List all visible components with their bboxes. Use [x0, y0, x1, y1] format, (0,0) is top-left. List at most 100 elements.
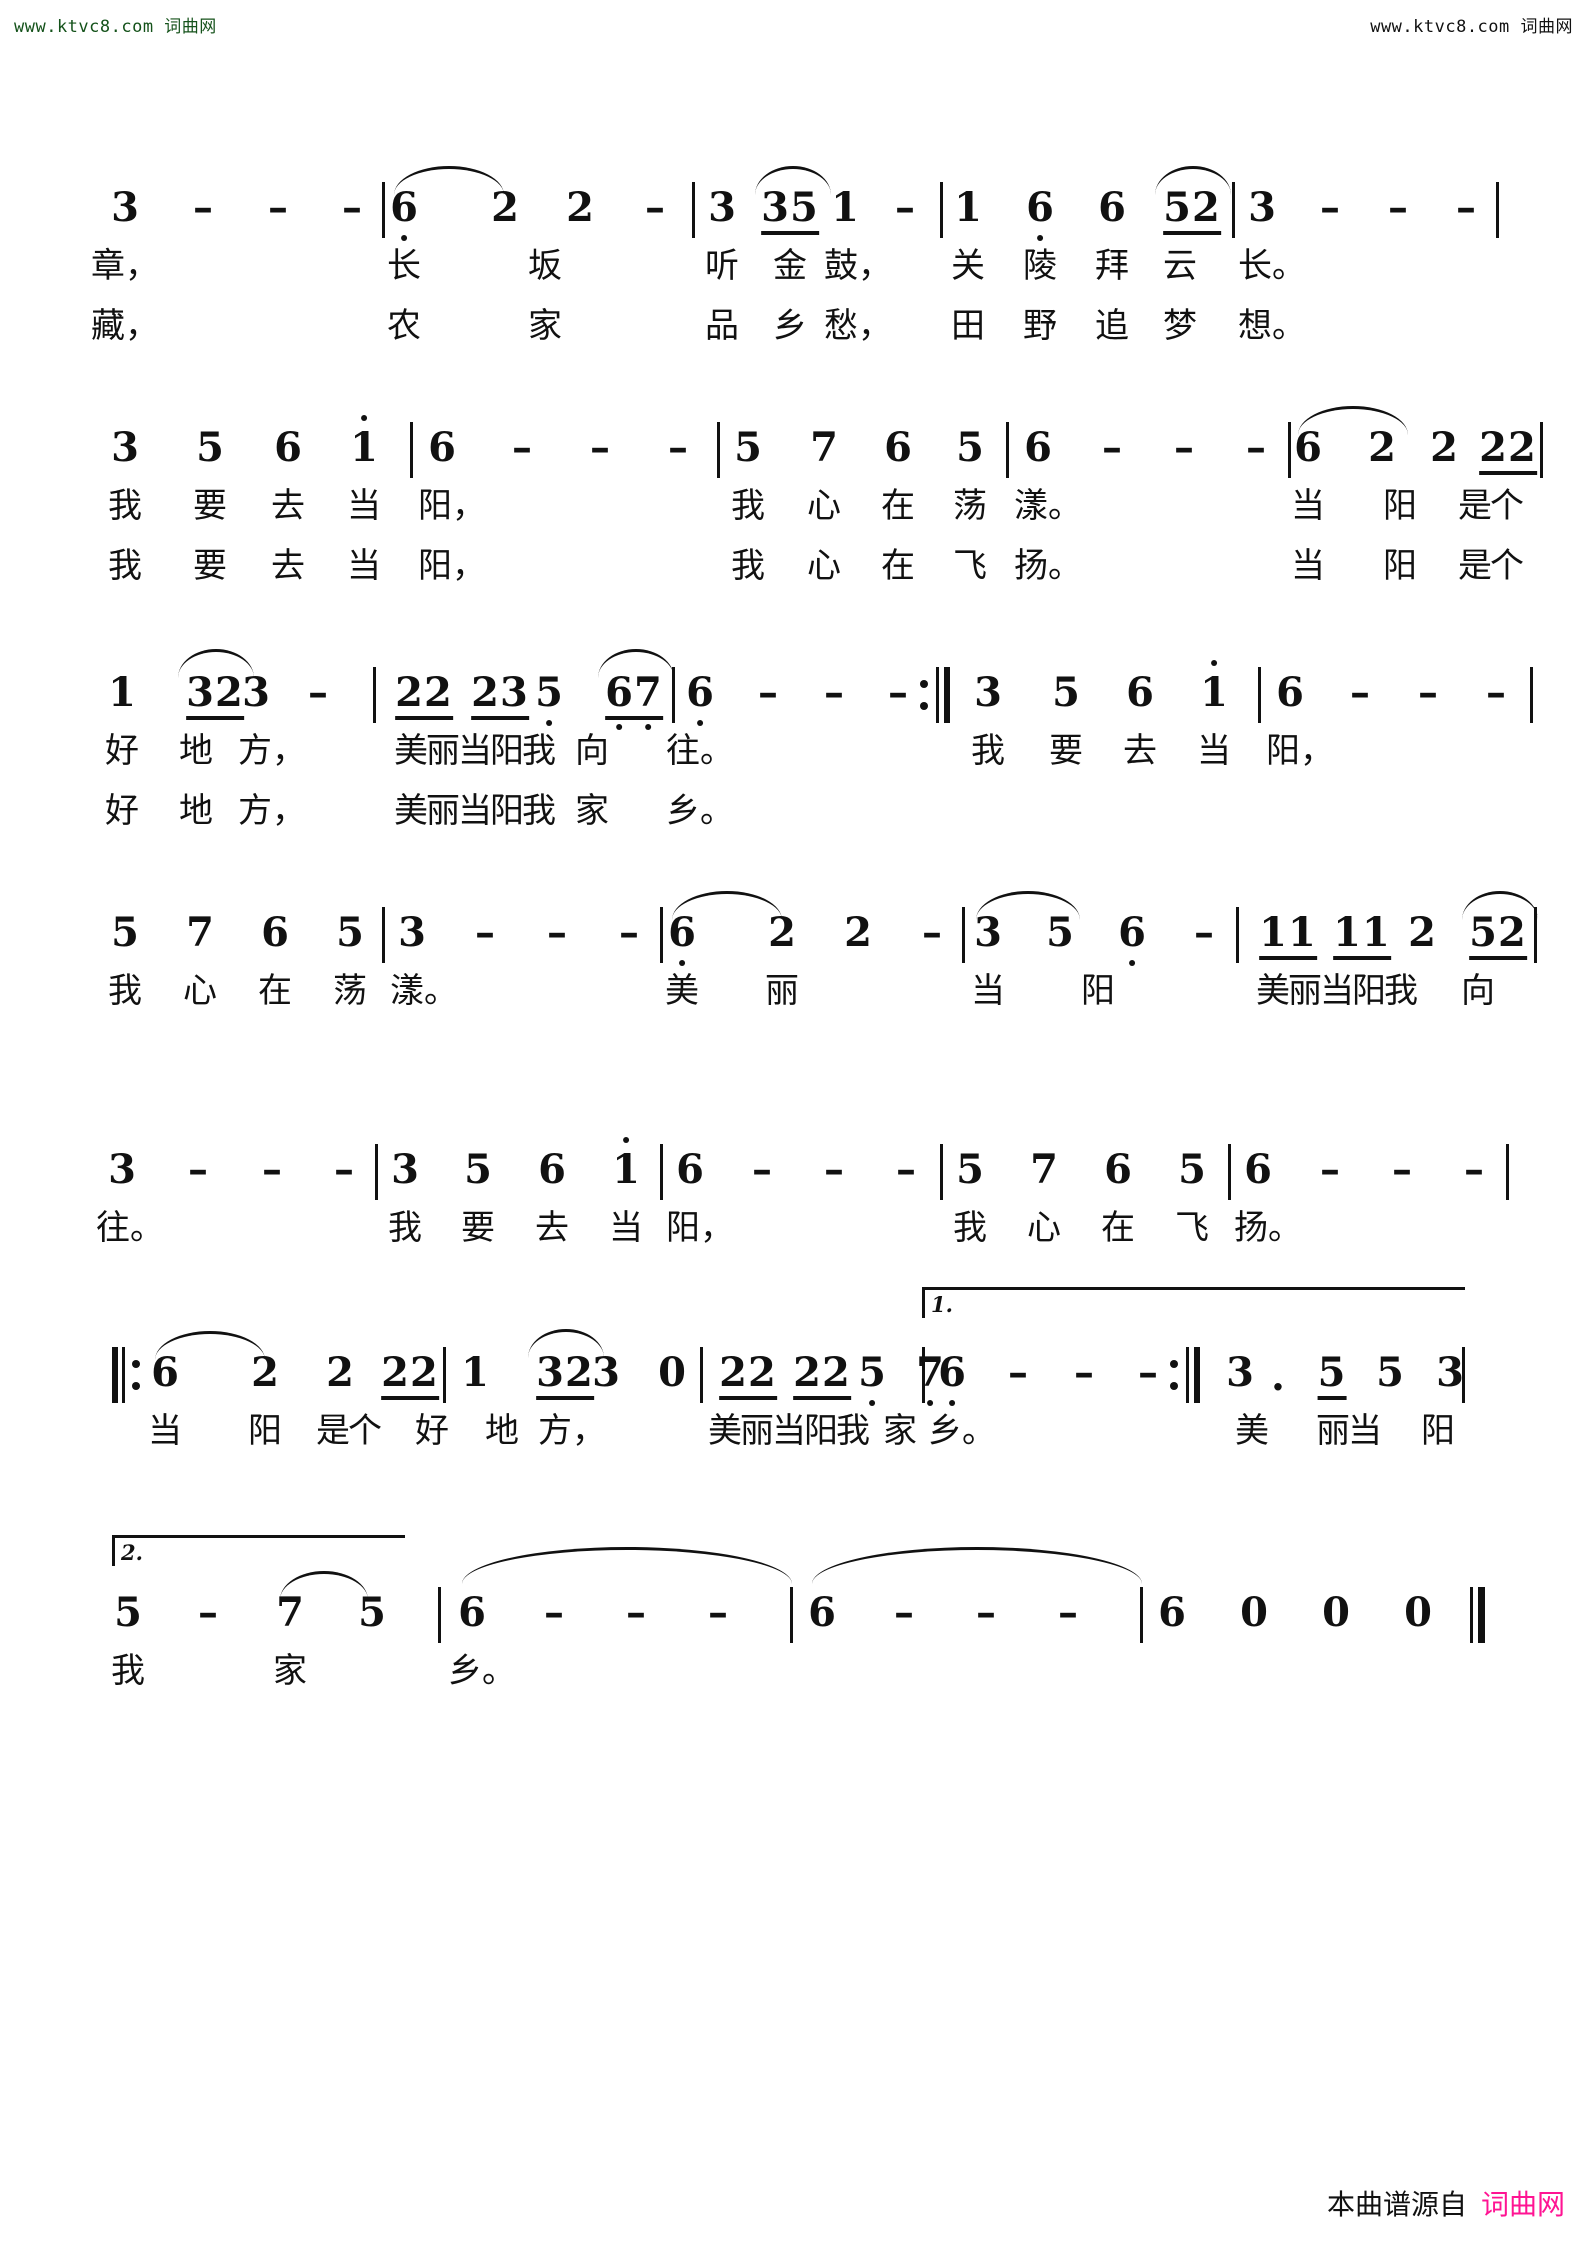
volta-label: 2.	[121, 1540, 143, 1565]
note: 1	[108, 669, 136, 716]
sustain-dash: –	[1102, 424, 1122, 471]
lyric-row-verse1: 章， 长 坂 听 金 鼓， 关 陵 拜 云 长。	[0, 238, 1587, 296]
note: 1	[612, 1146, 640, 1193]
lyric-syllable: 当	[609, 1208, 643, 1248]
note: 3	[1226, 1349, 1254, 1396]
note: 5	[1178, 1146, 1206, 1193]
lyric-syllable: 关	[951, 246, 985, 286]
lyric-syllable: 长。	[1238, 246, 1306, 286]
volta-label: 1.	[931, 1292, 953, 1317]
lyric-syllable: 要	[461, 1208, 495, 1248]
lyric-syllable: 家	[883, 1411, 917, 1451]
lyric-syllable: 在	[258, 971, 292, 1011]
lyric-syllable: 方，	[538, 1411, 606, 1451]
sustain-dash: –	[342, 184, 362, 231]
note: 2	[1408, 909, 1436, 956]
music-system-4: 5 7 6 5 3 – – – 6 2 2 – 3 5 6 – 11 11 2	[0, 885, 1587, 1135]
lyric-syllable: 想。	[1238, 306, 1306, 346]
lyric-syllable: 坂	[528, 246, 562, 286]
lyric-syllable: 追	[1095, 306, 1129, 346]
sustain-dash: –	[475, 909, 495, 956]
sustain-dash: –	[708, 1589, 728, 1636]
sustain-dash: –	[1418, 669, 1438, 716]
sustain-dash: –	[188, 1146, 208, 1193]
lyric-syllable: 我	[108, 486, 142, 526]
lyric-syllable: 品	[705, 306, 739, 346]
barline	[660, 907, 663, 963]
footer-credit: 本曲谱源自 词曲网	[1327, 2183, 1565, 2223]
lyric-syllable: 阳，	[666, 1208, 734, 1248]
lyric-syllable: 我	[388, 1208, 422, 1248]
beamed-group: 32	[536, 1353, 594, 1400]
lyric-syllable: 扬。	[1234, 1208, 1302, 1248]
sheet-music-page: www.ktvc8.com 词曲网 www.ktvc8.com 词曲网 3 – …	[0, 0, 1587, 2245]
note: 1	[831, 184, 859, 231]
lyric-syllable: 是个	[316, 1411, 382, 1451]
lyric-syllable: 阳	[1421, 1411, 1455, 1451]
sustain-dash: –	[262, 1146, 282, 1193]
lyric-syllable: 美丽当阳我	[1256, 971, 1418, 1011]
note: 6	[1024, 424, 1052, 471]
note: 6	[1126, 669, 1154, 716]
sustain-dash: –	[547, 909, 567, 956]
sustain-dash: –	[668, 424, 688, 471]
barline	[1530, 667, 1533, 723]
lyric-syllable: 当	[347, 546, 381, 586]
lyric-syllable: 荡	[333, 971, 367, 1011]
lyric-syllable: 阳	[1081, 971, 1115, 1011]
note: 2	[566, 184, 594, 231]
note: 5	[956, 424, 984, 471]
lyric-syllable: 我	[731, 546, 765, 586]
note: 5	[858, 1349, 886, 1396]
lyric-syllable: 章，	[91, 246, 159, 286]
beamed-group: 35	[761, 188, 819, 235]
note: 5	[464, 1146, 492, 1193]
sustain-dash: –	[1486, 669, 1506, 716]
lyric-syllable: 美丽当阳我	[394, 791, 556, 831]
note: 6	[261, 909, 289, 956]
barline	[382, 907, 385, 963]
lyric-syllable: 心	[807, 546, 841, 586]
note: 3	[111, 184, 139, 231]
sustain-dash: –	[193, 184, 213, 231]
lyric-syllable: 心	[1027, 1208, 1061, 1248]
lyric-syllable: 听	[705, 246, 739, 286]
watermark-top-left: www.ktvc8.com 词曲网	[14, 17, 217, 37]
note: 5	[114, 1589, 142, 1636]
sustain-dash: –	[1194, 909, 1214, 956]
sustain-dash: –	[1464, 1146, 1484, 1193]
note: 6	[1118, 909, 1146, 956]
lyric-syllable: 阳	[248, 1411, 282, 1451]
note: 0	[658, 1349, 686, 1396]
note: 5	[1046, 909, 1074, 956]
note: 0	[1322, 1589, 1350, 1636]
repeat-end-sign	[1170, 1347, 1202, 1403]
sustain-dash: –	[1074, 1349, 1094, 1396]
beamed-group: 22	[1479, 428, 1537, 475]
footer-prefix: 本曲谱源自	[1326, 2188, 1467, 2221]
music-system-3: 1 32 3 – 22 23 5 67 6 – – – 3 5 6 1 6 – …	[0, 645, 1587, 895]
lyric-syllable: 在	[881, 546, 915, 586]
lyric-syllable: 阳，	[1266, 731, 1334, 771]
lyric-syllable: 漾。	[390, 971, 458, 1011]
lyric-syllable: 藏，	[91, 306, 159, 346]
note: 2	[1430, 424, 1458, 471]
barline	[373, 667, 376, 723]
lyric-row-verse1: 我 心 在 荡 漾。 美 丽 当 阳 美丽当阳我 向	[0, 963, 1587, 1021]
lyric-syllable: 野	[1023, 306, 1057, 346]
lyric-row-verse1: 我 家 乡。	[0, 1643, 1587, 1701]
barline	[962, 907, 965, 963]
lyric-syllable: 当	[1291, 486, 1325, 526]
lyric-syllable: 去	[1123, 731, 1157, 771]
sustain-dash: –	[1456, 184, 1476, 231]
barline	[382, 182, 385, 238]
volta-bracket-2: 2.	[112, 1535, 405, 1566]
sustain-dash: –	[645, 184, 665, 231]
sustain-dash: –	[1008, 1349, 1028, 1396]
note: 6	[884, 424, 912, 471]
note: 1	[1200, 669, 1228, 716]
note: 1	[461, 1349, 489, 1396]
lyric-row-verse1: 好 地 方， 美丽当阳我 向 往。 我 要 去 当 阳，	[0, 723, 1587, 781]
lyric-syllable: 荡	[953, 486, 987, 526]
lyric-syllable: 丽当	[1316, 1411, 1382, 1451]
